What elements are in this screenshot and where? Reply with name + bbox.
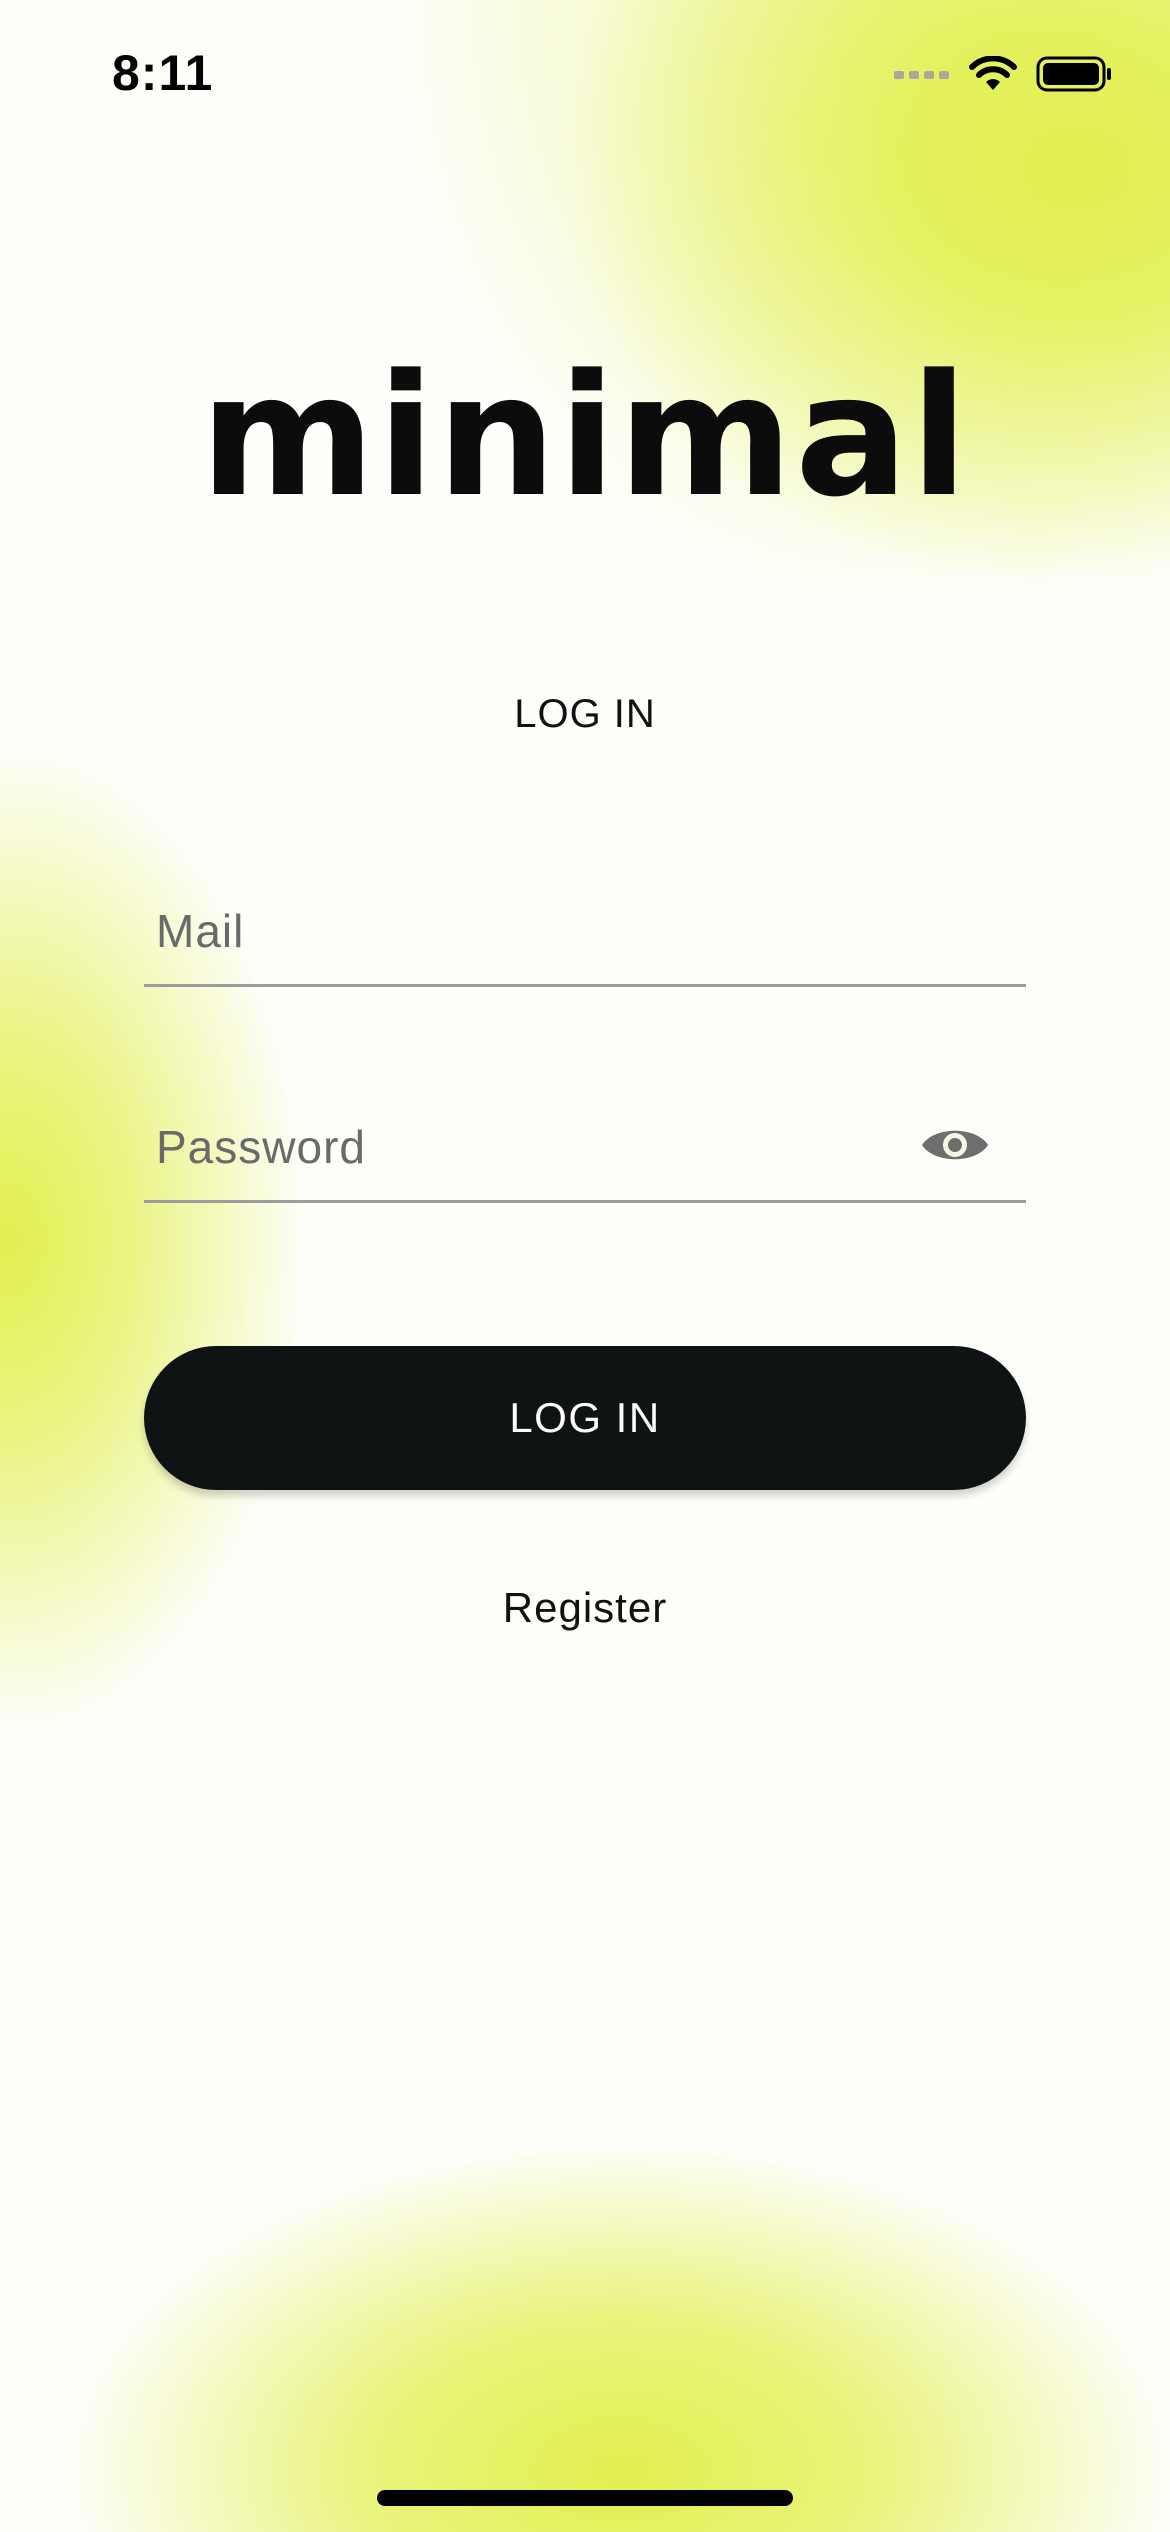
status-icons	[894, 54, 1112, 94]
app-logo: minimal	[200, 338, 970, 534]
login-button[interactable]: LOG IN	[144, 1346, 1026, 1490]
eye-icon[interactable]	[920, 1120, 990, 1170]
battery-icon	[1036, 56, 1111, 92]
mail-field	[144, 874, 1026, 987]
status-time: 8:11	[112, 45, 214, 101]
register-link[interactable]: Register	[0, 1584, 1170, 1632]
wifi-icon	[969, 56, 1017, 90]
password-field	[144, 1090, 1026, 1203]
screen-title: LOG IN	[514, 692, 656, 736]
cellular-signal-icon	[894, 71, 949, 79]
home-indicator[interactable]	[377, 2490, 793, 2506]
mail-input[interactable]	[156, 896, 916, 966]
status-bar: 8:11	[0, 0, 1170, 150]
password-input[interactable]	[156, 1112, 916, 1182]
